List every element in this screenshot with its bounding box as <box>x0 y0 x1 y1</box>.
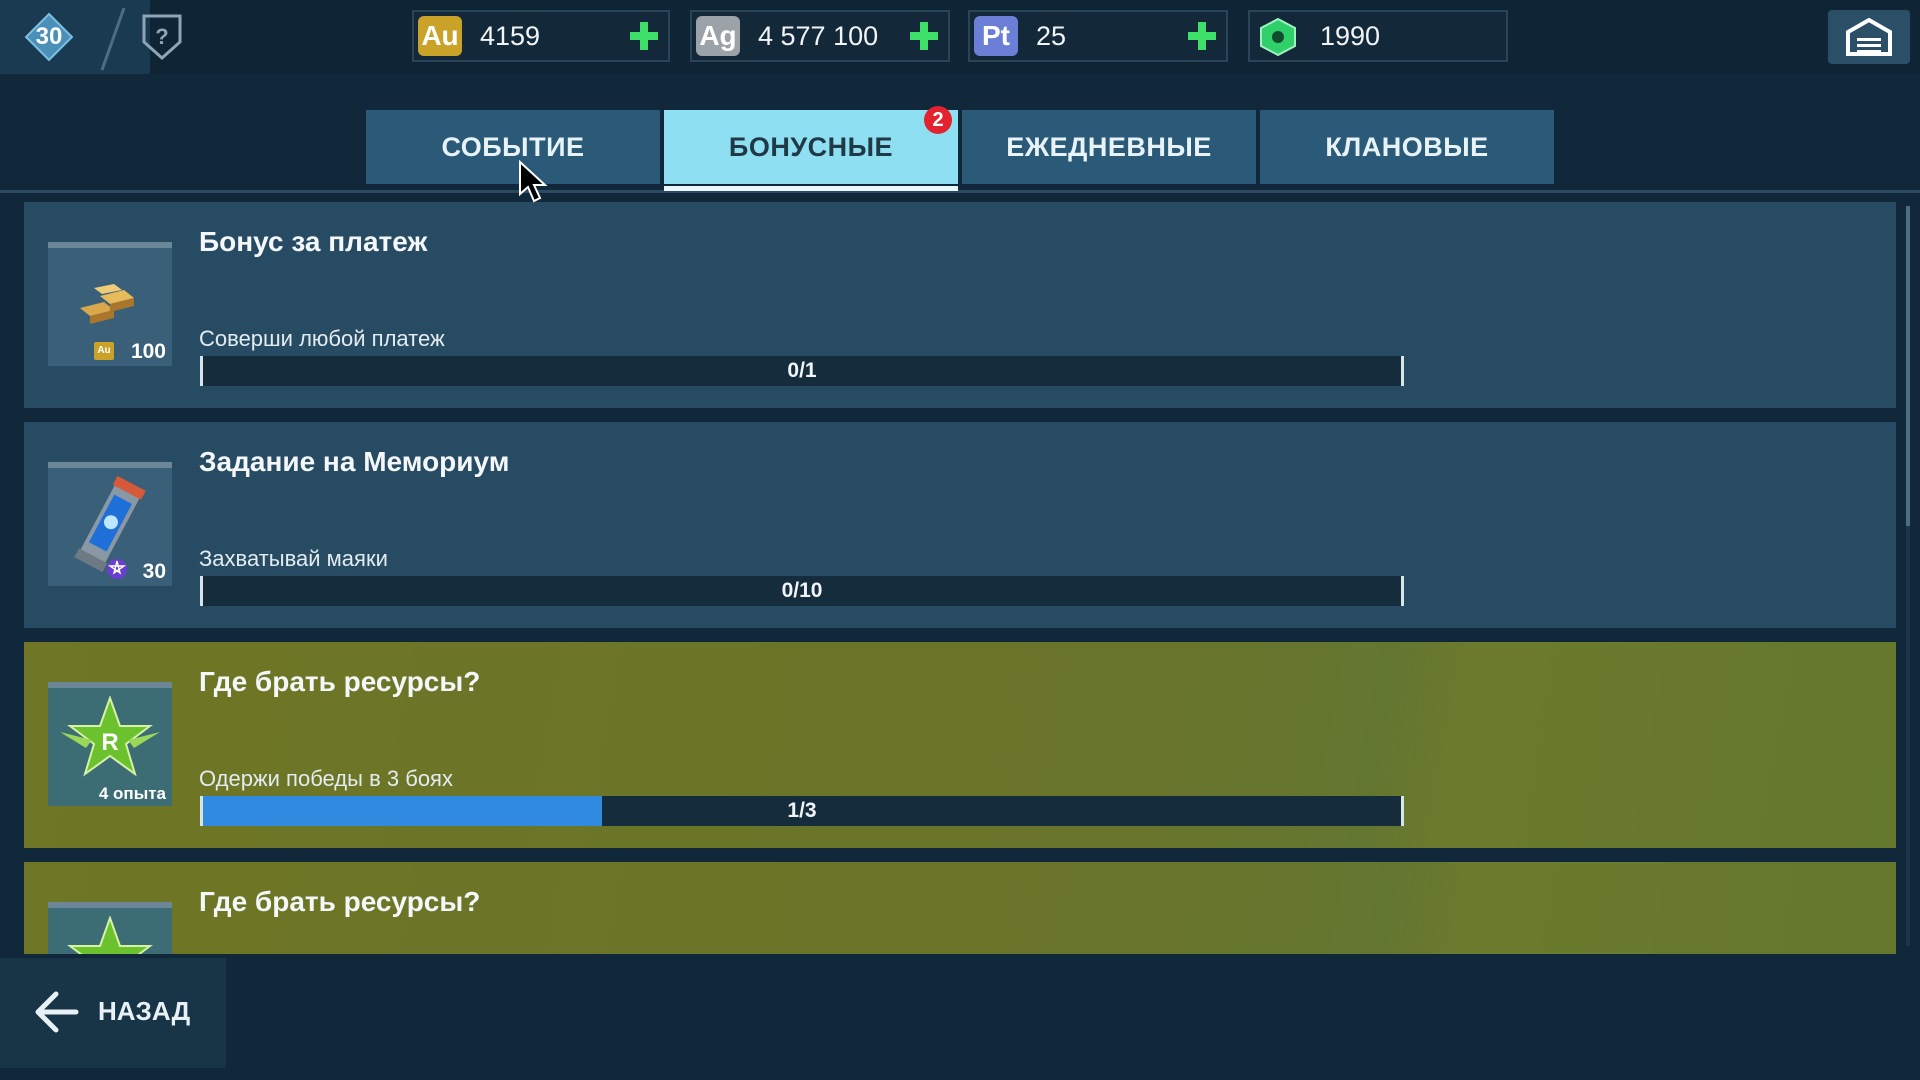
divider <box>48 242 172 248</box>
back-label: НАЗАД <box>98 996 191 1026</box>
silver-amount: 4 577 100 <box>758 21 879 51</box>
quest-title: Задание на Мемориум <box>199 446 510 477</box>
divider <box>48 902 172 908</box>
memorium-icon <box>107 559 127 579</box>
divider <box>48 462 172 468</box>
quest-description: Одержи победы в 3 боях <box>199 766 453 791</box>
gems-amount: 1990 <box>1320 21 1381 51</box>
plus-icon[interactable] <box>908 20 940 52</box>
garage-home-button[interactable] <box>1828 10 1910 64</box>
gold-amount: 4159 <box>480 21 541 51</box>
progress-text: 0/10 <box>781 579 823 602</box>
quest-card[interactable]: R 4 опыта Где брать ресурсы? Одержи побе… <box>24 642 1896 848</box>
quest-progress-bar: 1/3 <box>200 796 1404 826</box>
quest-reward: 30 <box>48 462 172 586</box>
tab-event[interactable]: СОБЫТИЕ <box>366 110 660 184</box>
reward-amount: 100 <box>130 340 166 363</box>
quest-list[interactable]: 100 Au Бонус за платеж Соверши любой пла… <box>24 202 1896 954</box>
quest-card[interactable]: 30 Задание на Мемориум Захватывай маяки … <box>24 422 1896 628</box>
plus-icon[interactable] <box>1186 20 1218 52</box>
quest-reward: 100 Au <box>48 242 172 366</box>
bottom-bar <box>0 954 1920 1080</box>
shield-icon[interactable]: ? <box>140 12 184 62</box>
quest-description: Соверши любой платеж <box>199 326 445 351</box>
quest-reward: R 4 опыта <box>48 682 172 806</box>
quest-card[interactable]: Где брать ресурсы? <box>24 862 1896 954</box>
tab-daily[interactable]: ЕЖЕДНЕВНЫЕ <box>962 110 1256 184</box>
scrollbar-thumb[interactable] <box>1906 206 1910 526</box>
quest-title: Бонус за платеж <box>199 226 428 257</box>
quest-progress-bar: 0/1 <box>200 356 1404 386</box>
currency-silver: Ag 4 577 100 <box>690 10 950 62</box>
platinum-icon: Pt <box>974 16 1018 56</box>
player-level: 30 <box>35 23 63 50</box>
currency-gems: 1990 <box>1248 10 1508 62</box>
gold-icon: Au <box>94 342 114 360</box>
quest-title: Где брать ресурсы? <box>199 886 481 917</box>
tabs-divider <box>0 190 1920 193</box>
progress-text: 0/1 <box>787 359 817 382</box>
reward-amount: 30 <box>142 560 166 583</box>
garage-icon <box>1846 18 1892 56</box>
silver-icon: Ag <box>696 16 740 56</box>
svg-text:?: ? <box>155 24 168 49</box>
gold-bars-icon <box>80 284 134 324</box>
hex-gem-icon <box>1260 18 1296 56</box>
quest-progress-bar: 0/10 <box>200 576 1404 606</box>
tab-clan[interactable]: КЛАНОВЫЕ <box>1260 110 1554 184</box>
quest-description: Захватывай маяки <box>199 546 388 571</box>
divider <box>48 682 172 688</box>
top-bar: 30 ? Au 4159 Ag 4 577 100 Pt 25 1990 <box>0 0 1920 74</box>
mouse-cursor-icon <box>519 160 548 203</box>
tab-bonus[interactable]: БОНУСНЫЕ <box>664 110 958 184</box>
divider <box>100 7 126 71</box>
reward-amount: 4 опыта <box>98 784 166 803</box>
active-tab-indicator <box>664 186 958 191</box>
notification-badge: 2 <box>924 106 952 134</box>
quest-reward <box>48 902 172 954</box>
quest-card[interactable]: 100 Au Бонус за платеж Соверши любой пла… <box>24 202 1896 408</box>
currency-platinum: Pt 25 <box>968 10 1228 62</box>
progress-text: 1/3 <box>787 799 817 822</box>
plus-icon[interactable] <box>628 20 660 52</box>
quest-title: Где брать ресурсы? <box>199 666 481 697</box>
rank-star-icon <box>67 916 153 954</box>
level-panel[interactable]: 30 <box>0 0 150 74</box>
arrow-left-icon <box>35 991 79 1033</box>
platinum-amount: 25 <box>1036 21 1067 51</box>
currency-gold: Au 4159 <box>412 10 670 62</box>
svg-text:R: R <box>101 729 118 756</box>
rank-star-icon: R <box>60 696 160 777</box>
gold-icon: Au <box>418 16 462 56</box>
